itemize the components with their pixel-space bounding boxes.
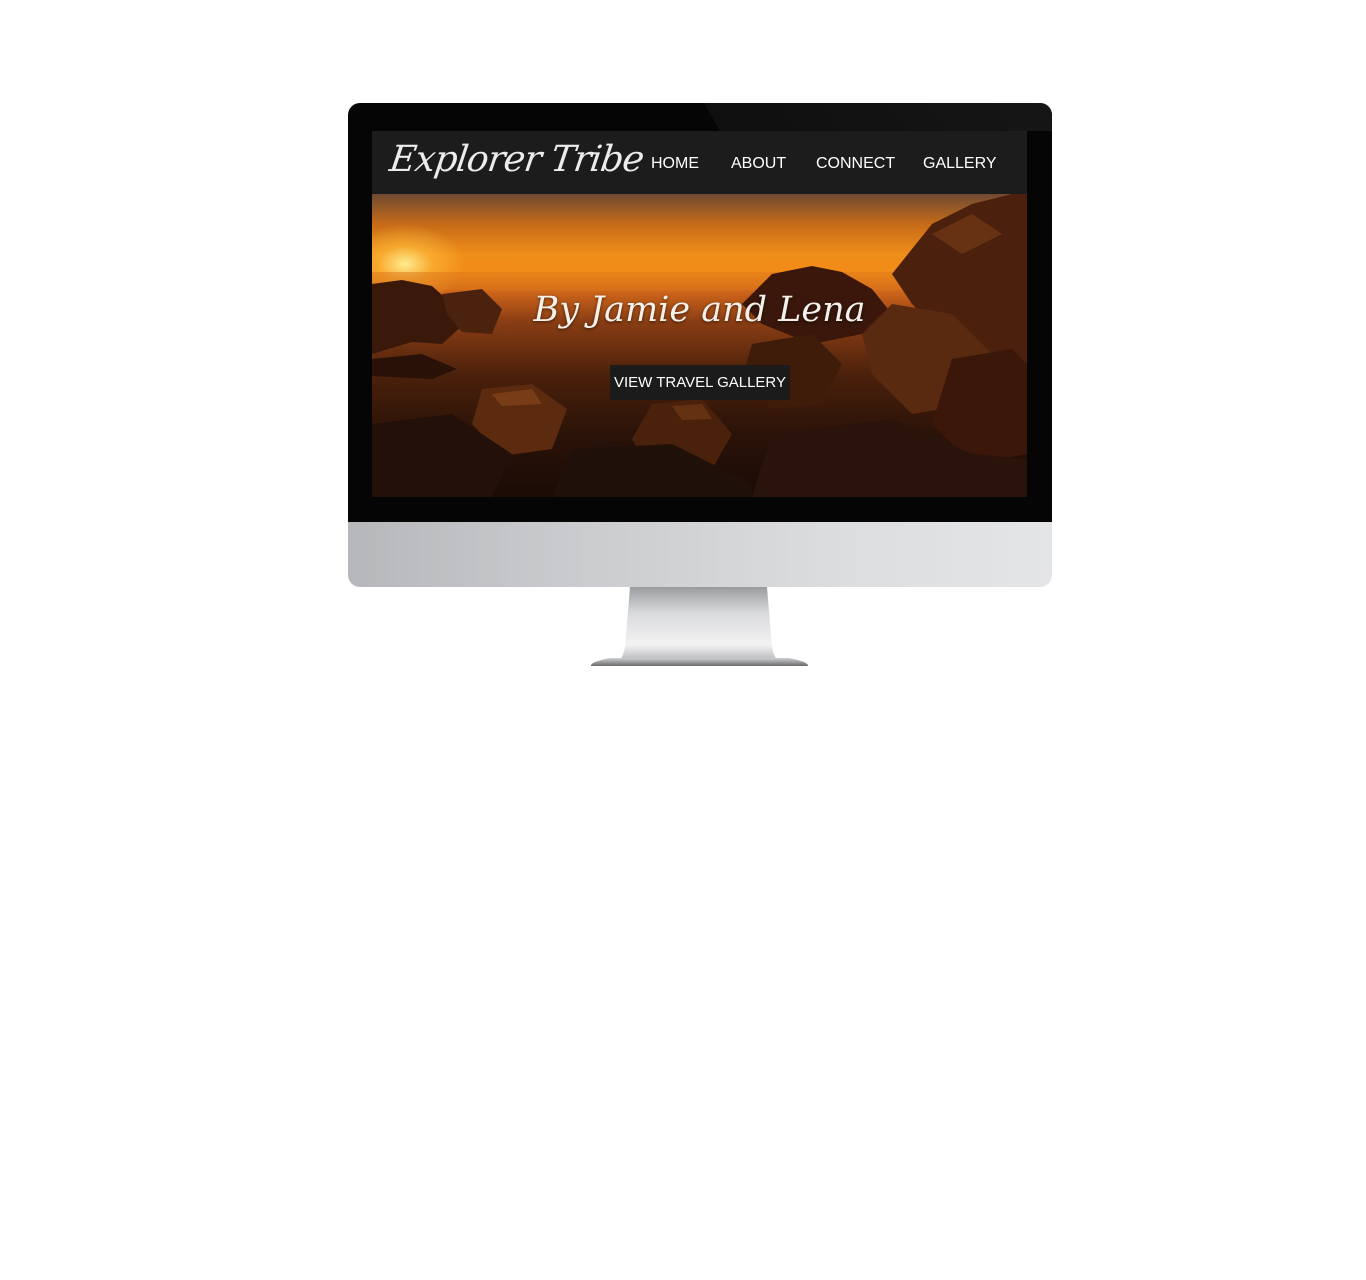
nav-gallery-link[interactable]: GALLERY xyxy=(923,155,997,175)
monitor-stand-foot xyxy=(590,658,809,666)
nav-home-link[interactable]: HOME xyxy=(651,155,699,175)
sunset-rocks-image xyxy=(372,194,1027,497)
nav-about-link[interactable]: ABOUT xyxy=(731,155,786,175)
view-travel-gallery-button[interactable]: VIEW TRAVEL GALLERY xyxy=(610,365,790,400)
site-logo[interactable]: Explorer Tribe xyxy=(387,139,646,180)
bezel-glare xyxy=(704,103,1052,131)
site-header: Explorer Tribe HOME ABOUT CONNECT GALLER… xyxy=(372,131,1027,194)
website-screen: Explorer Tribe HOME ABOUT CONNECT GALLER… xyxy=(372,131,1027,497)
monitor-stand-neck xyxy=(620,587,777,659)
nav-connect-link[interactable]: CONNECT xyxy=(816,155,895,175)
monitor-chin xyxy=(348,522,1052,587)
hero-tagline: By Jamie and Lena xyxy=(533,290,866,330)
hero-section: By Jamie and Lena VIEW TRAVEL GALLERY xyxy=(372,194,1027,497)
desktop-monitor: Explorer Tribe HOME ABOUT CONNECT GALLER… xyxy=(348,103,1052,587)
monitor-bezel: Explorer Tribe HOME ABOUT CONNECT GALLER… xyxy=(348,103,1052,522)
